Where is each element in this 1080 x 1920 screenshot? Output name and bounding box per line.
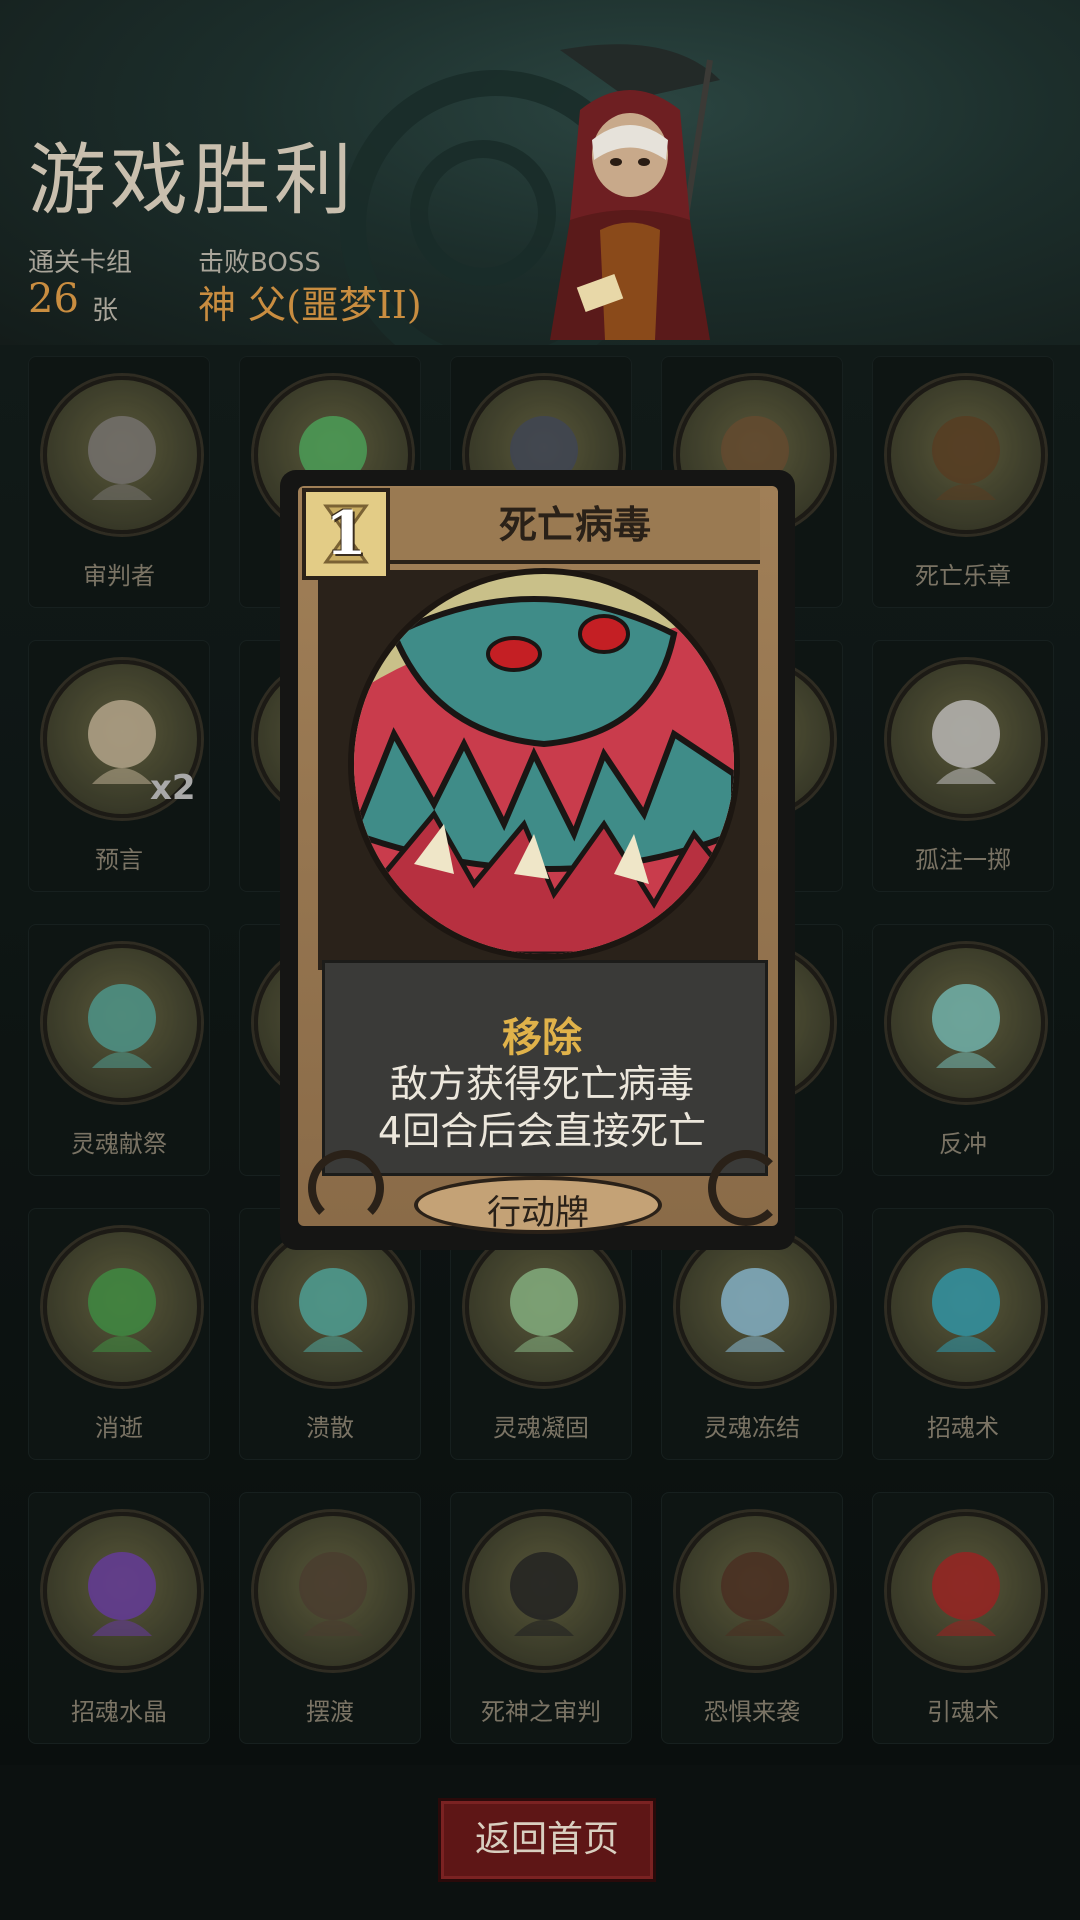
card-cost-box: 1: [302, 488, 390, 580]
deck-card-21[interactable]: 招魂水晶: [28, 1492, 210, 1744]
red-witch-icon: [932, 1552, 1000, 1636]
card-name: 孤注一掷: [915, 846, 1011, 874]
card-portrait: [887, 660, 1045, 818]
magic-circle-icon: [932, 984, 1000, 1068]
vortex-icon: [88, 1268, 156, 1352]
ferry-boat-icon: [299, 1552, 367, 1636]
ice-crystal-icon: [721, 1268, 789, 1352]
frame-curl-left: [308, 1150, 384, 1226]
card-portrait: [43, 1228, 201, 1386]
card-name: 消逝: [95, 1414, 143, 1442]
card-name: 溃散: [306, 1414, 354, 1442]
card-portrait: [676, 1512, 834, 1670]
card-name: 预言: [95, 846, 143, 874]
card-cost: 1: [325, 499, 367, 569]
card-portrait: [43, 376, 201, 534]
card-portrait: [676, 1228, 834, 1386]
cleared-deck-label: 通关卡组: [28, 248, 133, 278]
card-name: 引魂术: [927, 1698, 999, 1726]
deck-card-25[interactable]: 引魂术: [872, 1492, 1054, 1744]
deck-card-10[interactable]: 孤注一掷: [872, 640, 1054, 892]
card-portrait: [465, 1512, 623, 1670]
treasure-chest-icon: [932, 416, 1000, 500]
crystal-icon: [88, 1552, 156, 1636]
card-name: 摆渡: [306, 1698, 354, 1726]
cleared-deck-unit: 张: [92, 296, 119, 326]
card-name: 灵魂凝固: [493, 1414, 589, 1442]
card-portrait: [254, 1228, 412, 1386]
reaper-icon: [510, 1552, 578, 1636]
creature-icon: [721, 1552, 789, 1636]
cleared-deck-count: 26: [28, 276, 79, 322]
card-portrait: [43, 944, 201, 1102]
frame-curl-right: [708, 1150, 784, 1226]
deck-card-11[interactable]: 灵魂献祭: [28, 924, 210, 1176]
victory-title: 游戏胜利: [28, 136, 357, 226]
deck-card-22[interactable]: 摆渡: [239, 1492, 421, 1744]
card-description-line-2: 4回合后会直接死亡: [377, 1109, 707, 1153]
boss-name: 神 父(噩梦II): [198, 283, 422, 327]
card-name: 恐惧来袭: [704, 1698, 800, 1726]
scythe-icon: [88, 416, 156, 500]
blue-splash-icon: [932, 1268, 1000, 1352]
dice-icon: [932, 700, 1000, 784]
card-name: 审判者: [83, 562, 155, 590]
card-name: 反冲: [939, 1130, 987, 1158]
deck-card-6[interactable]: x2 预言: [28, 640, 210, 892]
green-ghost-icon: [510, 1268, 578, 1352]
card-type-label: 行动牌: [487, 1193, 589, 1233]
card-name: 死神之审判: [481, 1698, 601, 1726]
card-name: 死亡乐章: [915, 562, 1011, 590]
card-portrait: [887, 376, 1045, 534]
card-art: [348, 568, 740, 960]
card-name: 灵魂冻结: [704, 1414, 800, 1442]
ghost-sacrifice-icon: [88, 984, 156, 1068]
card-count-badge: x2: [150, 768, 196, 808]
card-portrait: [43, 1512, 201, 1670]
deck-card-20[interactable]: 招魂术: [872, 1208, 1054, 1460]
card-title: 死亡病毒: [498, 503, 651, 547]
deck-card-1[interactable]: 审判者: [28, 356, 210, 608]
card-portrait: [254, 1512, 412, 1670]
card-name: 招魂水晶: [71, 1698, 167, 1726]
skull-ghost-icon: [299, 1268, 367, 1352]
card-portrait: [887, 944, 1045, 1102]
return-home-button[interactable]: 返回首页: [438, 1798, 656, 1882]
deck-card-15[interactable]: 反冲: [872, 924, 1054, 1176]
deck-card-5[interactable]: 死亡乐章: [872, 356, 1054, 608]
deck-card-16[interactable]: 消逝: [28, 1208, 210, 1460]
card-portrait: [887, 1228, 1045, 1386]
deck-card-23[interactable]: 死神之审判: [450, 1492, 632, 1744]
card-portrait: [465, 1228, 623, 1386]
hero-character-illustration: [550, 44, 720, 340]
card-portrait: [887, 1512, 1045, 1670]
deck-card-24[interactable]: 恐惧来袭: [661, 1492, 843, 1744]
card-name: 灵魂献祭: [71, 1130, 167, 1158]
card-name: 招魂术: [927, 1414, 999, 1442]
monster-jaw-illustration: [354, 574, 734, 954]
return-home-label: 返回首页: [474, 1819, 619, 1860]
card-detail-popup[interactable]: 死亡病毒 1 移除 敌方获得死亡病毒 4回合后会直接死亡 行动牌: [280, 470, 795, 1250]
